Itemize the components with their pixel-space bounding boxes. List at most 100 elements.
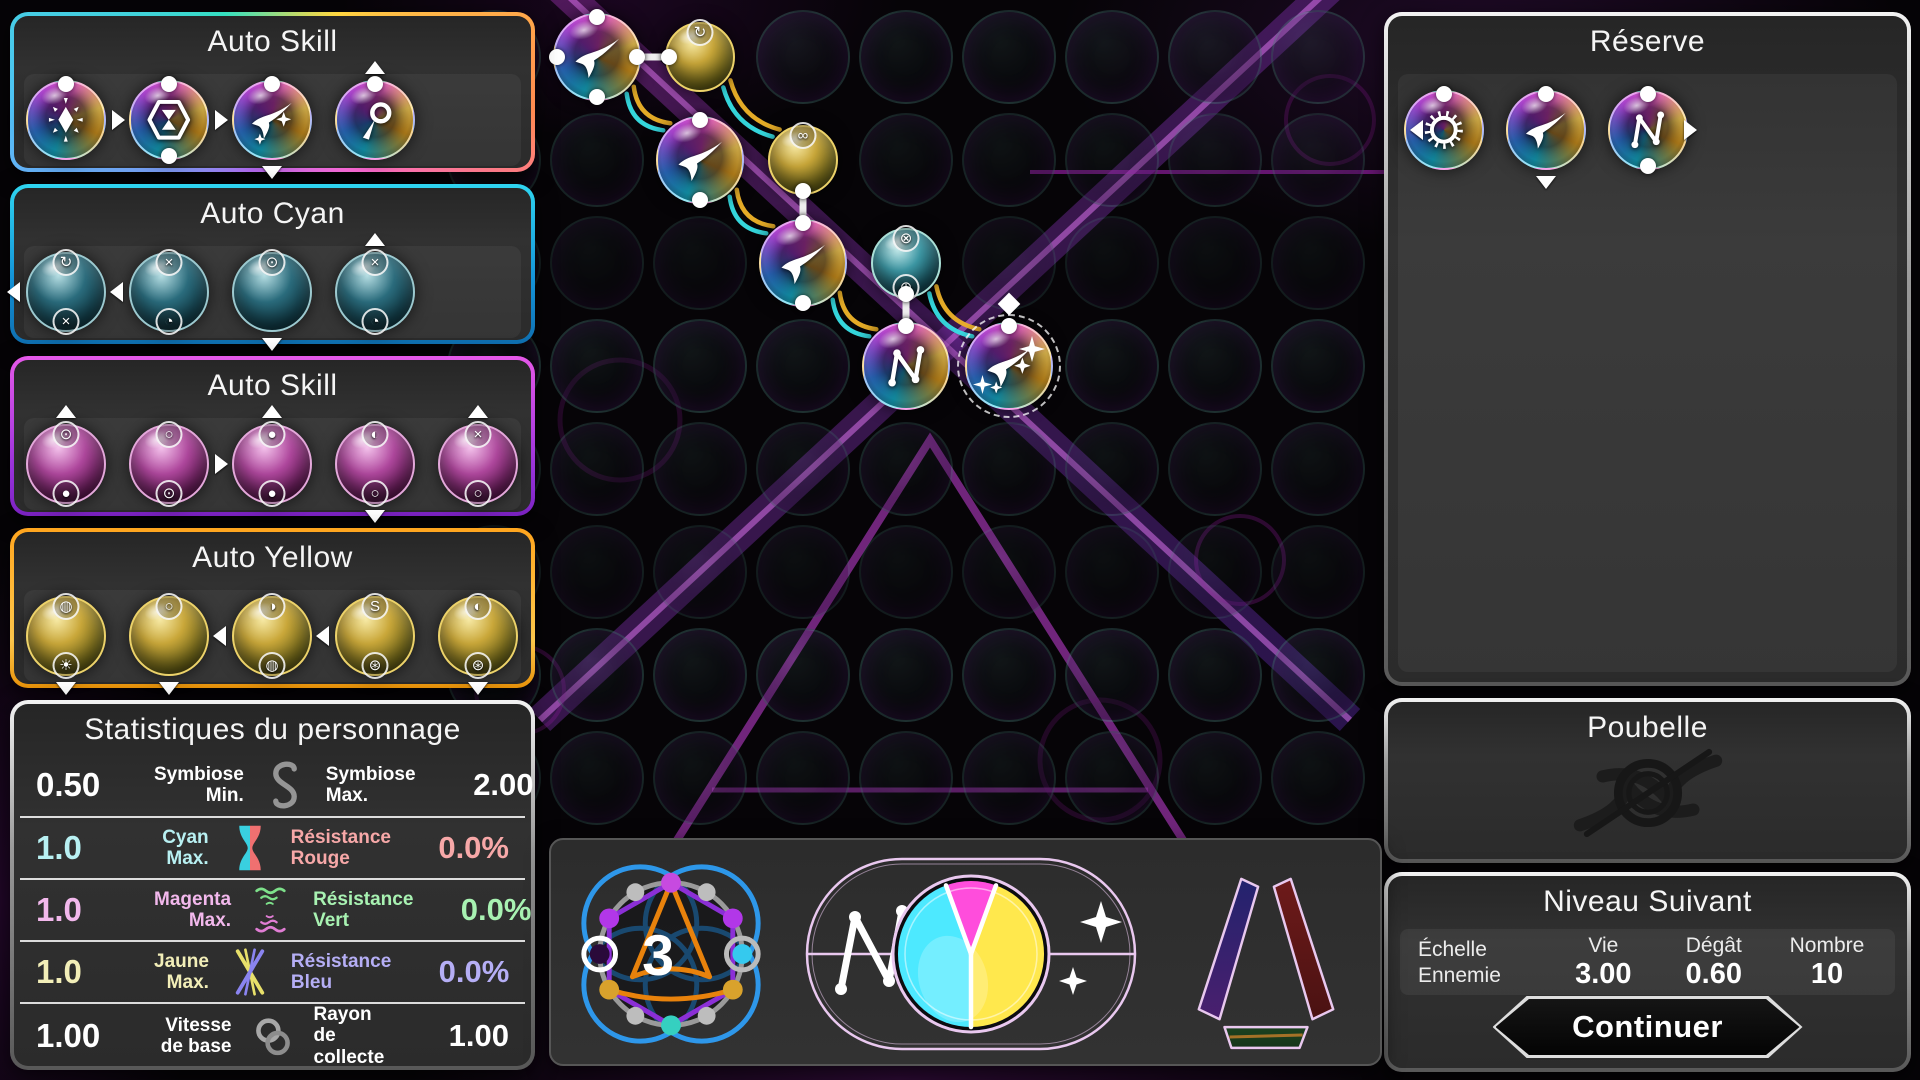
empty-slot[interactable] bbox=[1065, 216, 1159, 310]
empty-slot[interactable] bbox=[859, 731, 953, 825]
empty-slot[interactable] bbox=[1168, 319, 1262, 413]
auto-orb[interactable]: ◍☀ bbox=[26, 596, 106, 676]
empty-slot[interactable] bbox=[1168, 216, 1262, 310]
board-node-D[interactable]: ∞ bbox=[768, 125, 838, 195]
auto-orb[interactable] bbox=[335, 80, 415, 160]
empty-slot[interactable] bbox=[1065, 731, 1159, 825]
board-node-B[interactable]: ↻ bbox=[665, 22, 735, 92]
empty-slot[interactable] bbox=[859, 10, 953, 104]
empty-slot[interactable] bbox=[1271, 319, 1365, 413]
empty-slot[interactable] bbox=[962, 10, 1056, 104]
arrow-right-icon[interactable] bbox=[215, 110, 228, 130]
auto-orb[interactable]: ◐⊛ bbox=[438, 596, 518, 676]
empty-slot[interactable] bbox=[1065, 422, 1159, 516]
arrow-down-icon[interactable] bbox=[262, 166, 282, 179]
board-node-A[interactable] bbox=[553, 13, 641, 101]
auto-orb[interactable]: ◐○ bbox=[335, 424, 415, 504]
arrow-down-icon[interactable] bbox=[159, 682, 179, 695]
arrow-right-icon[interactable] bbox=[215, 454, 228, 474]
arrow-up-icon[interactable] bbox=[262, 405, 282, 418]
auto-orb[interactable]: ○ bbox=[129, 596, 209, 676]
empty-slot[interactable] bbox=[653, 628, 747, 722]
auto-orb[interactable]: ●● bbox=[232, 424, 312, 504]
empty-slot[interactable] bbox=[653, 216, 747, 310]
empty-slot[interactable] bbox=[756, 10, 850, 104]
arrow-up-icon[interactable] bbox=[468, 405, 488, 418]
arrow-down-icon[interactable] bbox=[262, 338, 282, 351]
auto-orb[interactable]: ×○ bbox=[438, 424, 518, 504]
empty-slot[interactable] bbox=[1168, 731, 1262, 825]
arrow-left-icon[interactable] bbox=[213, 626, 226, 646]
empty-slot[interactable] bbox=[1065, 319, 1159, 413]
empty-slot[interactable] bbox=[550, 319, 644, 413]
empty-slot[interactable] bbox=[756, 319, 850, 413]
auto-orb[interactable]: ⊙● bbox=[26, 424, 106, 504]
empty-slot[interactable] bbox=[1065, 10, 1159, 104]
empty-slot[interactable] bbox=[962, 628, 1056, 722]
arrow-down-icon[interactable] bbox=[56, 682, 76, 695]
empty-slot[interactable] bbox=[962, 113, 1056, 207]
empty-slot[interactable] bbox=[1271, 216, 1365, 310]
auto-orb[interactable] bbox=[129, 80, 209, 160]
auto-orb[interactable] bbox=[232, 80, 312, 160]
arrow-up-icon[interactable] bbox=[56, 405, 76, 418]
empty-slot[interactable] bbox=[653, 525, 747, 619]
empty-slot[interactable] bbox=[1271, 113, 1365, 207]
arrow-down-icon[interactable] bbox=[468, 682, 488, 695]
empty-slot[interactable] bbox=[859, 628, 953, 722]
continue-button[interactable]: Continuer bbox=[1493, 996, 1803, 1058]
empty-slot[interactable] bbox=[962, 422, 1056, 516]
empty-slot[interactable] bbox=[550, 628, 644, 722]
empty-slot[interactable] bbox=[1168, 10, 1262, 104]
empty-slot[interactable] bbox=[1065, 113, 1159, 207]
arrow-right-icon[interactable] bbox=[112, 110, 125, 130]
empty-slot[interactable] bbox=[550, 216, 644, 310]
auto-orb[interactable]: ×◔ bbox=[335, 252, 415, 332]
empty-slot[interactable] bbox=[962, 525, 1056, 619]
empty-slot[interactable] bbox=[1168, 628, 1262, 722]
arrow-left-icon[interactable] bbox=[7, 282, 20, 302]
auto-orb[interactable]: ⊙ bbox=[232, 252, 312, 332]
board-node-H[interactable] bbox=[965, 322, 1053, 410]
auto-orb[interactable]: ↻× bbox=[26, 252, 106, 332]
empty-slot[interactable] bbox=[1065, 628, 1159, 722]
arrow-left-icon[interactable] bbox=[110, 282, 123, 302]
reserve-next-arrow[interactable] bbox=[1684, 120, 1697, 140]
empty-slot[interactable] bbox=[1271, 525, 1365, 619]
empty-slot[interactable] bbox=[756, 525, 850, 619]
empty-slot[interactable] bbox=[653, 731, 747, 825]
empty-slot[interactable] bbox=[550, 113, 644, 207]
empty-slot[interactable] bbox=[756, 628, 850, 722]
empty-slot[interactable] bbox=[550, 422, 644, 516]
arrow-down-icon[interactable] bbox=[1536, 176, 1556, 189]
reserve-orb[interactable] bbox=[1506, 90, 1586, 170]
empty-slot[interactable] bbox=[1271, 731, 1365, 825]
empty-slot[interactable] bbox=[756, 731, 850, 825]
auto-orb[interactable]: ×◔ bbox=[129, 252, 209, 332]
trash-drop-area[interactable]: Poubelle bbox=[1388, 702, 1907, 859]
empty-slot[interactable] bbox=[1271, 628, 1365, 722]
empty-slot[interactable] bbox=[962, 731, 1056, 825]
empty-slot[interactable] bbox=[859, 525, 953, 619]
arrow-down-icon[interactable] bbox=[365, 510, 385, 523]
empty-slot[interactable] bbox=[1271, 10, 1365, 104]
empty-slot[interactable] bbox=[1168, 525, 1262, 619]
reserve-orb[interactable] bbox=[1608, 90, 1688, 170]
board-node-C[interactable] bbox=[656, 116, 744, 204]
empty-slot[interactable] bbox=[756, 422, 850, 516]
empty-slot[interactable] bbox=[859, 113, 953, 207]
empty-slot[interactable] bbox=[653, 319, 747, 413]
auto-orb[interactable]: ○⊙ bbox=[129, 424, 209, 504]
arrow-up-icon[interactable] bbox=[365, 233, 385, 246]
empty-slot[interactable] bbox=[1065, 525, 1159, 619]
arrow-left-icon[interactable] bbox=[316, 626, 329, 646]
empty-slot[interactable] bbox=[653, 422, 747, 516]
empty-slot[interactable] bbox=[859, 422, 953, 516]
board-node-G[interactable] bbox=[862, 322, 950, 410]
reserve-prev-arrow[interactable] bbox=[1410, 120, 1423, 140]
board-node-E[interactable] bbox=[759, 219, 847, 307]
empty-slot[interactable] bbox=[1271, 422, 1365, 516]
board-node-F[interactable]: ⊗⊕ bbox=[871, 228, 941, 298]
auto-orb[interactable]: S⊛ bbox=[335, 596, 415, 676]
empty-slot[interactable] bbox=[1168, 422, 1262, 516]
